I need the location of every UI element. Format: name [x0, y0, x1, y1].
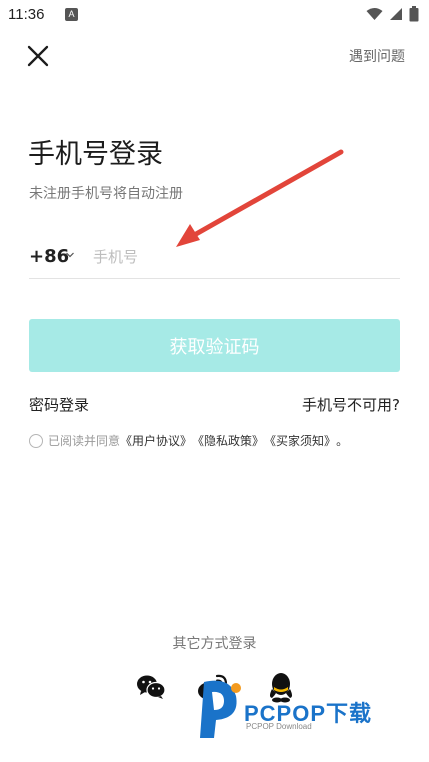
close-icon — [27, 45, 49, 67]
status-time: 11:36 — [8, 6, 45, 23]
privacy-policy-link[interactable]: 《隐私政策》 — [192, 432, 264, 449]
battery-icon — [409, 6, 419, 22]
agreement-suffix: 。 — [336, 434, 349, 448]
status-icons — [366, 6, 419, 22]
phone-input[interactable] — [93, 243, 393, 271]
pcpop-logo-icon — [200, 680, 241, 738]
wifi-icon — [366, 8, 383, 20]
close-button[interactable] — [24, 42, 52, 70]
agreement-prefix: 已阅读并同意 — [48, 434, 121, 448]
get-code-button[interactable]: 获取验证码 — [29, 319, 400, 372]
notification-a-icon: A — [65, 8, 78, 21]
chevron-down-icon[interactable] — [65, 250, 75, 260]
wechat-icon[interactable] — [136, 674, 166, 700]
phone-field-row: +86 — [29, 237, 400, 279]
help-link[interactable]: 遇到问题 — [349, 46, 405, 66]
status-bar: 11:36 A — [0, 0, 429, 30]
password-login-link[interactable]: 密码登录 — [29, 394, 89, 415]
watermark-logo: PCPOP下载 PCPOP Download — [190, 672, 420, 744]
page-title: 手机号登录 — [28, 139, 163, 170]
page-subtitle: 未注册手机号将自动注册 — [29, 186, 183, 202]
user-agreement-link[interactable]: 《用户协议》 — [120, 432, 192, 449]
other-login-label: 其它方式登录 — [172, 636, 257, 652]
buyer-notice-link[interactable]: 《买家须知》 — [264, 432, 336, 449]
agreement-row: 已阅读并同意 《用户协议》 《隐私政策》 《买家须知》 。 — [29, 432, 348, 449]
agree-checkbox[interactable] — [29, 433, 43, 448]
watermark-subtitle: PCPOP Download — [246, 722, 312, 731]
phone-unavailable-link[interactable]: 手机号不可用? — [302, 394, 400, 415]
country-code-selector[interactable]: +86 — [29, 246, 69, 267]
cellular-signal-icon — [390, 8, 402, 20]
